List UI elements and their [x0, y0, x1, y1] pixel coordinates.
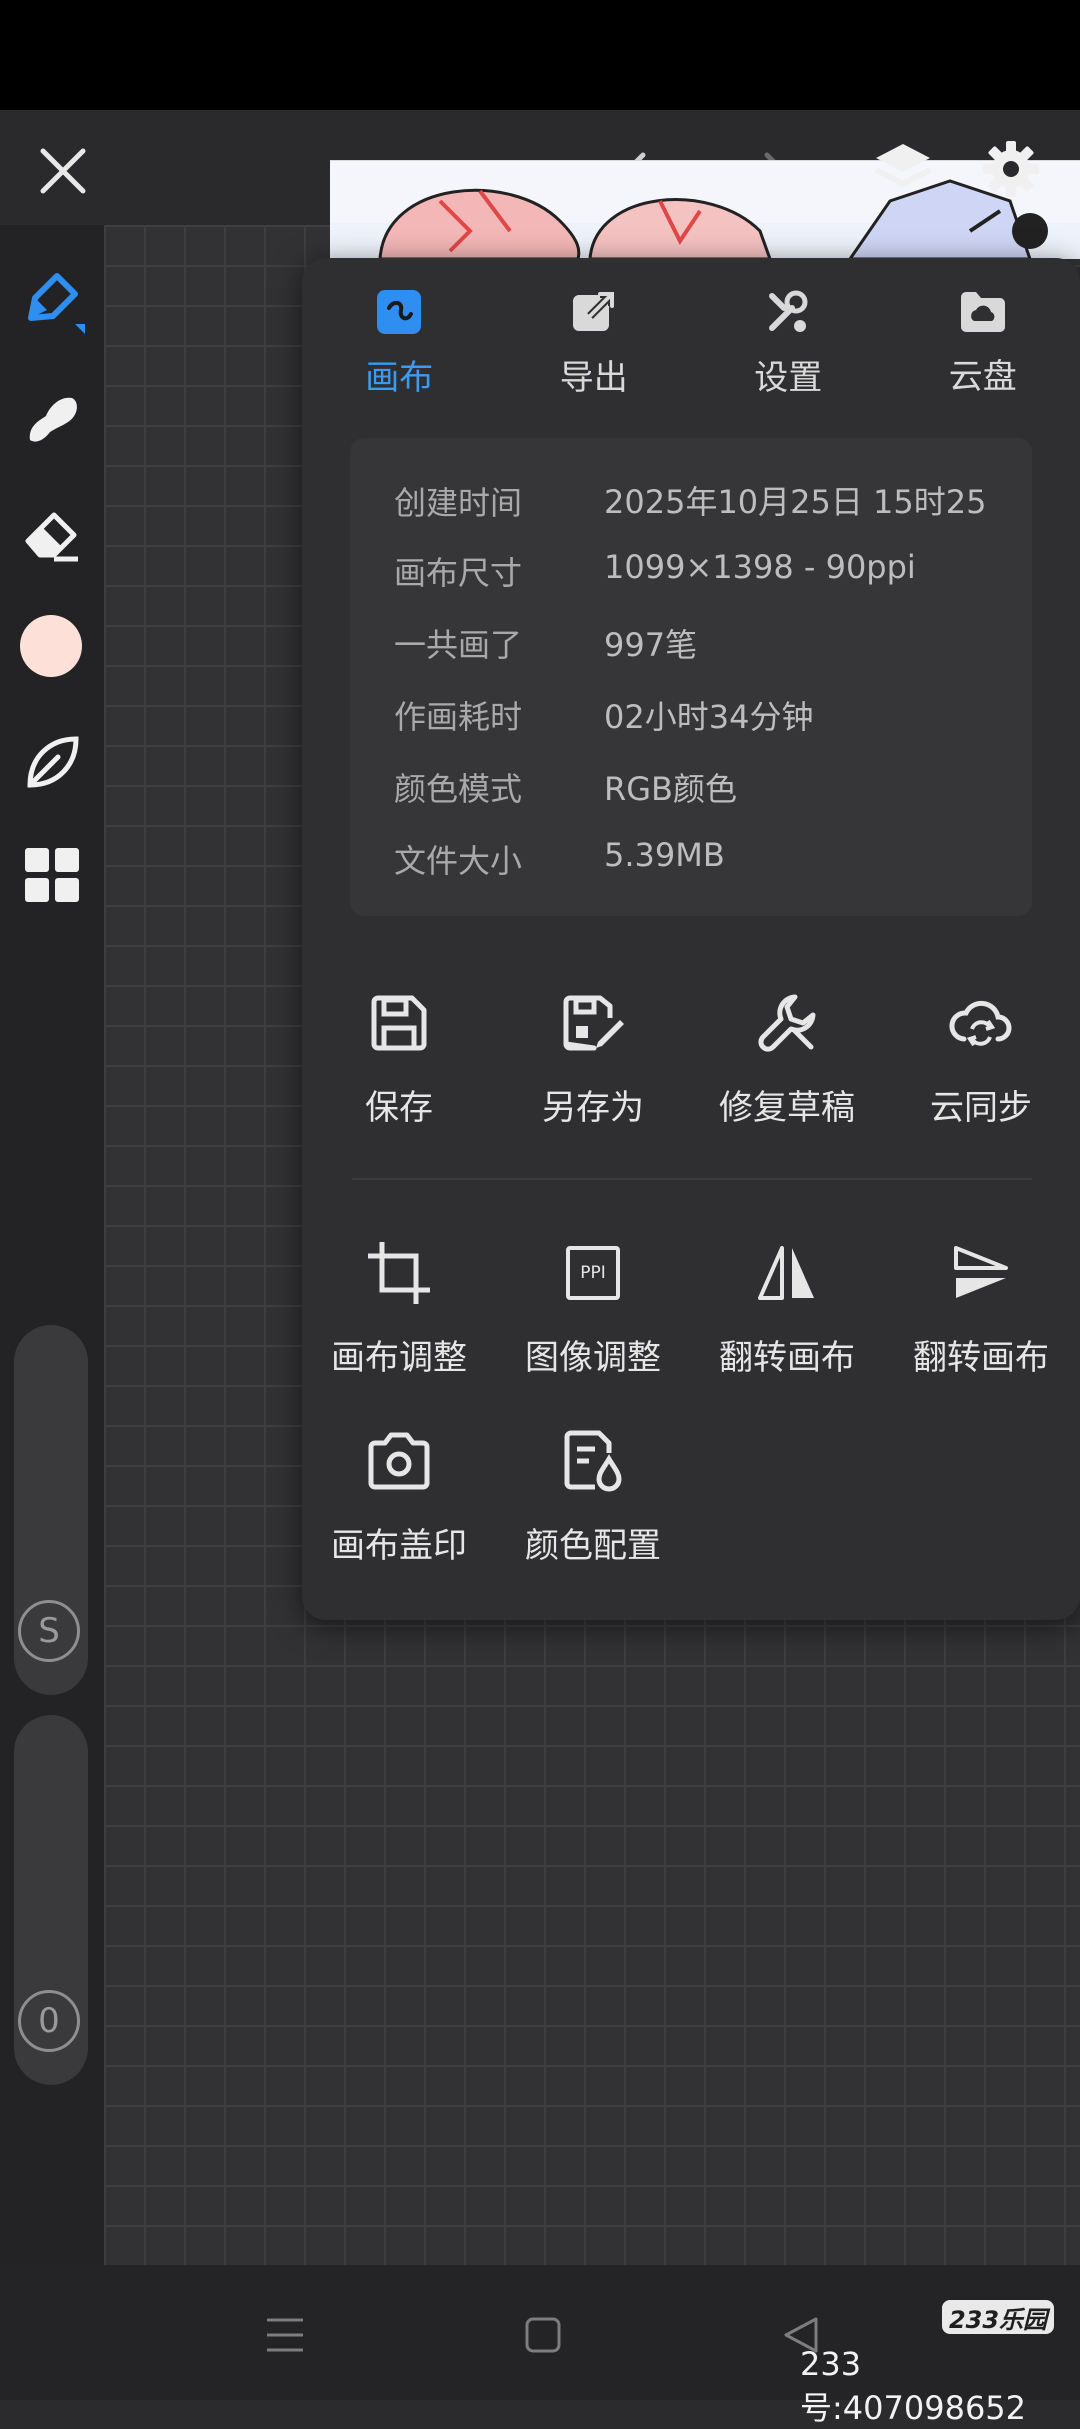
watermark-logo: 233乐园: [942, 2300, 1054, 2334]
info-row-file-size: 文件大小 5.39MB: [394, 836, 725, 882]
action-label: 颜色配置: [525, 1518, 661, 1567]
tab-settings[interactable]: 设置: [691, 288, 886, 398]
stabilizer-badge: S: [18, 1600, 80, 1662]
info-row-size: 画布尺寸 1099×1398 - 90ppi: [394, 548, 916, 594]
ppi-icon: PPI: [558, 1238, 628, 1308]
cloud-sync-icon: [946, 988, 1016, 1058]
opacity-value-badge: 0: [18, 1990, 80, 2052]
tab-label: 云盘: [949, 349, 1017, 398]
canvas-icon: [373, 288, 425, 336]
status-bar: [0, 0, 1080, 110]
tab-label: 设置: [754, 350, 822, 399]
opacity-slider[interactable]: 0: [14, 1715, 88, 2085]
canvas-stamp-button[interactable]: 画布盖印: [302, 1426, 496, 1567]
crop-icon: [364, 1238, 434, 1308]
menu-icon[interactable]: [250, 2305, 320, 2365]
save-as-icon: [558, 988, 628, 1058]
info-value: 997笔: [604, 620, 697, 666]
close-icon[interactable]: [30, 138, 96, 204]
tab-label: 导出: [560, 350, 628, 399]
canvas-adjust-button[interactable]: 画布调整: [302, 1238, 496, 1379]
color-config-icon: [558, 1426, 628, 1496]
action-label: 翻转画布: [719, 1330, 855, 1379]
panel-tabs: 画布 导出 设置 云盘: [302, 288, 1080, 398]
cloud-folder-icon: [957, 288, 1009, 335]
info-value: 02小时34分钟: [604, 692, 813, 738]
flip-vertical-button[interactable]: 翻转画布: [884, 1238, 1078, 1379]
cloud-sync-button[interactable]: 云同步: [884, 988, 1078, 1129]
info-key: 画布尺寸: [394, 548, 604, 594]
tool-sidebar: S 0: [0, 225, 104, 2265]
brush-size-slider[interactable]: S: [14, 1325, 88, 1695]
info-row-color-mode: 颜色模式 RGB颜色: [394, 764, 737, 810]
action-label: 画布调整: [331, 1330, 467, 1379]
save-as-button[interactable]: 另存为: [496, 988, 690, 1129]
tab-canvas[interactable]: 画布: [302, 288, 497, 398]
wrench-icon: [752, 988, 822, 1058]
color-swatch[interactable]: [18, 613, 84, 679]
info-row-duration: 作画耗时 02小时34分钟: [394, 692, 813, 738]
canvas-actions-row: 画布调整 PPI 图像调整 翻转画布 翻转画布: [302, 1238, 1080, 1379]
info-value: 5.39MB: [604, 836, 725, 882]
divider: [352, 1178, 1032, 1180]
info-row-created: 创建时间 2025年10月25日 15时25分: [394, 478, 1004, 524]
artwork-preview: [330, 160, 1080, 259]
export-icon: [568, 288, 620, 336]
image-adjust-button[interactable]: PPI 图像调整: [496, 1238, 690, 1379]
extra-actions-row: 画布盖印 颜色配置: [302, 1426, 1080, 1567]
action-label: 图像调整: [525, 1330, 661, 1379]
eraser-tool-icon[interactable]: [14, 495, 90, 571]
flip-vertical-icon: [946, 1238, 1016, 1308]
info-value: 2025年10月25日 15时25分: [604, 478, 1004, 522]
tab-label: 画布: [365, 350, 433, 399]
file-actions-row: 保存 另存为 修复草稿 云同步: [302, 988, 1080, 1129]
info-key: 作画耗时: [394, 692, 604, 738]
layers-icon[interactable]: [868, 134, 938, 204]
info-key: 创建时间: [394, 478, 604, 524]
smudge-tool-icon[interactable]: [14, 380, 90, 456]
action-label: 云同步: [930, 1080, 1032, 1129]
flip-horizontal-button[interactable]: 翻转画布: [690, 1238, 884, 1379]
leaf-icon[interactable]: [14, 725, 90, 801]
info-key: 颜色模式: [394, 764, 604, 810]
info-key: 一共画了: [394, 620, 604, 666]
camera-icon: [364, 1426, 434, 1496]
save-button[interactable]: 保存: [302, 988, 496, 1129]
action-label: 画布盖印: [331, 1518, 467, 1567]
ppi-badge: PPI: [566, 1246, 620, 1300]
brush-tool-icon[interactable]: [14, 265, 90, 341]
repair-draft-button[interactable]: 修复草稿: [690, 988, 884, 1129]
watermark-id: 233号:407098652: [800, 2345, 1080, 2429]
grid-menu-icon[interactable]: [14, 837, 90, 913]
action-label: 另存为: [542, 1080, 644, 1129]
canvas-info-box: 创建时间 2025年10月25日 15时25分 画布尺寸 1099×1398 -…: [350, 438, 1032, 916]
info-value: 1099×1398 - 90ppi: [604, 548, 916, 594]
action-label: 翻转画布: [913, 1330, 1049, 1379]
tab-export[interactable]: 导出: [497, 288, 692, 398]
info-value: RGB颜色: [604, 764, 737, 810]
info-row-strokes: 一共画了 997笔: [394, 620, 697, 666]
action-label: 保存: [365, 1080, 433, 1129]
save-icon: [364, 988, 434, 1058]
info-key: 文件大小: [394, 836, 604, 882]
tab-cloud-drive[interactable]: 云盘: [886, 288, 1080, 398]
action-label: 修复草稿: [719, 1080, 855, 1129]
color-config-button[interactable]: 颜色配置: [496, 1426, 690, 1567]
home-icon[interactable]: [508, 2305, 578, 2365]
gear-icon[interactable]: [976, 134, 1046, 204]
flip-horizontal-icon: [752, 1238, 822, 1308]
canvas-menu-panel: 画布 导出 设置 云盘 创建时间 2025年10月25日 15时25分 画布: [302, 258, 1080, 1620]
tools-icon: [762, 288, 814, 336]
